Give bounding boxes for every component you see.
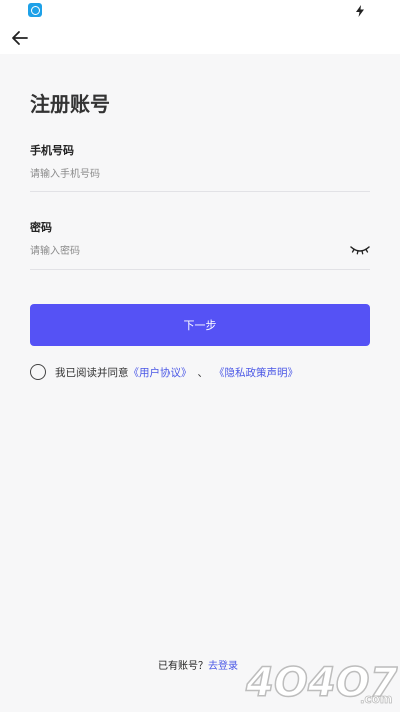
phone-label: 手机号码 xyxy=(30,144,74,157)
user-agreement-link[interactable]: 《用户协议》 xyxy=(129,365,192,380)
watermark-suffix: .com xyxy=(360,692,392,706)
agreement-prefix: 我已阅读并同意 xyxy=(55,366,129,379)
phone-divider xyxy=(30,191,370,192)
password-label: 密码 xyxy=(30,221,52,234)
login-link[interactable]: 去登录 xyxy=(208,661,238,672)
arrow-left-icon[interactable] xyxy=(10,28,30,48)
agreement-separator: 、 xyxy=(197,366,209,379)
agreement-radio[interactable] xyxy=(30,364,46,380)
watermark-logo: 4O4O7 .com xyxy=(244,659,398,707)
agreement-row: 我已阅读并同意 《用户协议》 、 《隐私政策声明》 xyxy=(30,362,298,382)
password-input[interactable] xyxy=(30,240,340,262)
status-bar xyxy=(0,0,400,22)
nav-bar xyxy=(0,22,400,54)
has-account-text: 已有账号？ xyxy=(158,661,208,672)
login-prompt: 已有账号？去登录 xyxy=(158,657,238,672)
eye-closed-icon[interactable] xyxy=(350,243,370,257)
page-title: 注册账号 xyxy=(30,92,110,116)
app-notification-icon xyxy=(28,3,42,17)
charging-bolt-icon xyxy=(356,5,364,17)
next-button[interactable]: 下一步 xyxy=(30,304,370,346)
privacy-policy-link[interactable]: 《隐私政策声明》 xyxy=(214,365,298,380)
phone-input[interactable] xyxy=(30,163,370,185)
password-divider xyxy=(30,269,370,270)
